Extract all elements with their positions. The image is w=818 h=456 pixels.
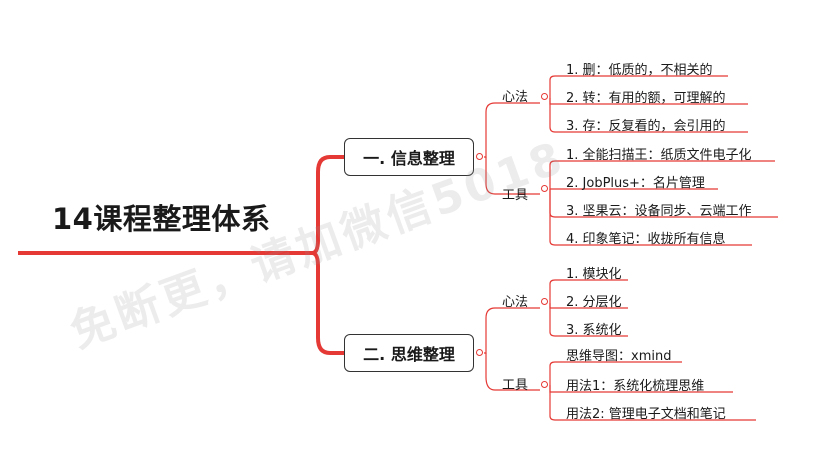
branch2-connector <box>484 307 540 354</box>
leaf-item[interactable]: 1. 删：低质的，不相关的 <box>566 59 713 78</box>
leaf-item[interactable]: 2. 转：有用的额，可理解的 <box>566 87 726 106</box>
category-method[interactable]: 心法 <box>502 86 528 105</box>
leaf-item[interactable]: 1. 全能扫描王：纸质文件电子化 <box>566 144 752 163</box>
leaf-item[interactable]: 思维导图：xmind <box>566 345 671 364</box>
collapse-toggle[interactable] <box>541 298 548 305</box>
leaf-item[interactable]: 2. JobPlus+：名片管理 <box>566 172 705 191</box>
leaf-item[interactable]: 4. 印象笔记：收拢所有信息 <box>566 228 726 247</box>
leaf-item[interactable]: 用法1：系统化梳理思维 <box>566 375 704 394</box>
root-branch-connector-2 <box>311 251 344 355</box>
root-title[interactable]: 14课程整理体系 <box>52 196 270 238</box>
leaf-item[interactable]: 用法2: 管理电子文档和笔记 <box>566 403 726 422</box>
leaf-item[interactable]: 2. 分层化 <box>566 291 622 310</box>
leaf-item[interactable]: 1. 模块化 <box>566 263 622 282</box>
root-branch-connector <box>311 155 344 255</box>
leaf-item[interactable]: 3. 坚果云：设备同步、云端工作 <box>566 200 752 219</box>
branch-thinking-organize[interactable]: 二. 思维整理 <box>344 334 474 372</box>
category-tools[interactable]: 工具 <box>502 184 528 203</box>
mind-map: 14课程整理体系 一. 信息整理 二. 思维整理 心法 工具 心法 工具 1. … <box>0 0 818 456</box>
branch-label: 一. 信息整理 <box>363 149 455 168</box>
leaf-item[interactable]: 3. 系统化 <box>566 319 622 338</box>
branch-label: 二. 思维整理 <box>363 345 455 364</box>
collapse-toggle[interactable] <box>476 153 483 160</box>
collapse-toggle[interactable] <box>541 381 548 388</box>
collapse-toggle[interactable] <box>541 93 548 100</box>
branch1-connector <box>484 102 540 158</box>
branch-info-organize[interactable]: 一. 信息整理 <box>344 138 474 176</box>
collapse-toggle[interactable] <box>476 349 483 356</box>
category-method[interactable]: 心法 <box>502 291 528 310</box>
collapse-toggle[interactable] <box>541 185 548 192</box>
leaf-item[interactable]: 3. 存：反复看的，会引用的 <box>566 115 726 134</box>
category-tools[interactable]: 工具 <box>502 374 528 393</box>
